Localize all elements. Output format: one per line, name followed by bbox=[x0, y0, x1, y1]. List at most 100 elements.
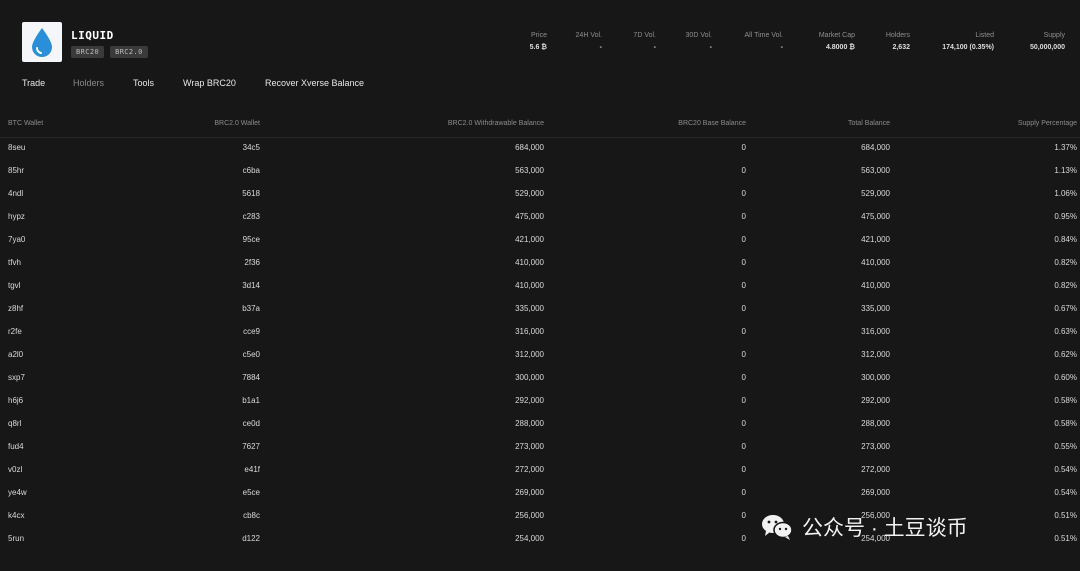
stat-value: 50,000,000 bbox=[1029, 44, 1065, 51]
cell-withdrawable-balance: 335,000 bbox=[515, 304, 544, 313]
stat-label: Supply bbox=[1043, 32, 1065, 39]
tab-bar: Trade Holders Tools Wrap BRC20 Recover X… bbox=[0, 78, 1080, 98]
table-row[interactable]: h6j6 b1a1 292,000 0 292,000 0.58% bbox=[0, 391, 1080, 414]
cell-base-balance: 0 bbox=[741, 281, 746, 290]
table-row[interactable]: q8rl ce0d 288,000 0 288,000 0.58% bbox=[0, 414, 1080, 437]
cell-btc-wallet[interactable]: r2fe bbox=[8, 327, 22, 336]
cell-withdrawable-balance: 684,000 bbox=[515, 143, 544, 152]
column-header-base-balance[interactable]: BRC20 Base Balance bbox=[678, 120, 746, 127]
cell-withdrawable-balance: 288,000 bbox=[515, 419, 544, 428]
cell-brc2-wallet[interactable]: e5ce bbox=[243, 488, 260, 497]
cell-brc2-wallet[interactable]: c283 bbox=[243, 212, 260, 221]
cell-btc-wallet[interactable]: tgvl bbox=[8, 281, 20, 290]
table-row[interactable]: a2l0 c5e0 312,000 0 312,000 0.62% bbox=[0, 345, 1080, 368]
cell-base-balance: 0 bbox=[741, 143, 746, 152]
cell-brc2-wallet[interactable]: 2f36 bbox=[244, 258, 260, 267]
column-header-withdrawable-balance[interactable]: BRC2.0 Withdrawable Balance bbox=[448, 120, 544, 127]
cell-btc-wallet[interactable]: 85hr bbox=[8, 166, 24, 175]
cell-withdrawable-balance: 475,000 bbox=[515, 212, 544, 221]
cell-total-balance: 410,000 bbox=[861, 258, 890, 267]
tab-wrap-brc20[interactable]: Wrap BRC20 bbox=[183, 78, 236, 88]
tab-trade[interactable]: Trade bbox=[22, 78, 45, 88]
stat-label: Holders bbox=[885, 32, 910, 39]
table-row[interactable]: 8seu 34c5 684,000 0 684,000 1.37% bbox=[0, 138, 1080, 161]
cell-btc-wallet[interactable]: tfvh bbox=[8, 258, 21, 267]
table-row[interactable]: 4ndl 5618 529,000 0 529,000 1.06% bbox=[0, 184, 1080, 207]
cell-withdrawable-balance: 292,000 bbox=[515, 396, 544, 405]
holders-table: BTC Wallet BRC2.0 Wallet BRC2.0 Withdraw… bbox=[0, 112, 1080, 552]
cell-btc-wallet[interactable]: v0zl bbox=[8, 465, 22, 474]
cell-supply-percentage: 1.13% bbox=[1054, 166, 1077, 175]
cell-btc-wallet[interactable]: h6j6 bbox=[8, 396, 23, 405]
table-row[interactable]: fud4 7627 273,000 0 273,000 0.55% bbox=[0, 437, 1080, 460]
cell-btc-wallet[interactable]: 4ndl bbox=[8, 189, 23, 198]
cell-btc-wallet[interactable]: 8seu bbox=[8, 143, 25, 152]
cell-brc2-wallet[interactable]: 3d14 bbox=[242, 281, 260, 290]
tab-holders[interactable]: Holders bbox=[73, 78, 104, 88]
stat-value: - bbox=[780, 44, 783, 51]
cell-btc-wallet[interactable]: k4cx bbox=[8, 511, 24, 520]
cell-btc-wallet[interactable]: 5run bbox=[8, 534, 24, 543]
cell-total-balance: 272,000 bbox=[861, 465, 890, 474]
table-row[interactable]: v0zl e41f 272,000 0 272,000 0.54% bbox=[0, 460, 1080, 483]
cell-btc-wallet[interactable]: z8hf bbox=[8, 304, 23, 313]
cell-brc2-wallet[interactable]: cce9 bbox=[243, 327, 260, 336]
tab-tools[interactable]: Tools bbox=[133, 78, 154, 88]
cell-btc-wallet[interactable]: sxp7 bbox=[8, 373, 25, 382]
table-row[interactable]: 85hr c6ba 563,000 0 563,000 1.13% bbox=[0, 161, 1080, 184]
column-header-supply-percentage[interactable]: Supply Percentage bbox=[1018, 120, 1077, 127]
table-header: BTC Wallet BRC2.0 Wallet BRC2.0 Withdraw… bbox=[0, 112, 1080, 138]
cell-withdrawable-balance: 256,000 bbox=[515, 511, 544, 520]
token-name: LIQUID bbox=[71, 29, 114, 42]
table-row[interactable]: 7ya0 95ce 421,000 0 421,000 0.84% bbox=[0, 230, 1080, 253]
cell-withdrawable-balance: 273,000 bbox=[515, 442, 544, 451]
cell-brc2-wallet[interactable]: 7627 bbox=[242, 442, 260, 451]
cell-brc2-wallet[interactable]: b1a1 bbox=[242, 396, 260, 405]
cell-supply-percentage: 0.58% bbox=[1054, 419, 1077, 428]
table-row[interactable]: ye4w e5ce 269,000 0 269,000 0.54% bbox=[0, 483, 1080, 506]
cell-brc2-wallet[interactable]: 95ce bbox=[243, 235, 260, 244]
cell-brc2-wallet[interactable]: 7884 bbox=[242, 373, 260, 382]
column-header-btc-wallet[interactable]: BTC Wallet bbox=[8, 120, 43, 127]
table-row[interactable]: hypz c283 475,000 0 475,000 0.95% bbox=[0, 207, 1080, 230]
cell-brc2-wallet[interactable]: 34c5 bbox=[243, 143, 260, 152]
cell-total-balance: 421,000 bbox=[861, 235, 890, 244]
cell-btc-wallet[interactable]: a2l0 bbox=[8, 350, 23, 359]
cell-total-balance: 300,000 bbox=[861, 373, 890, 382]
table-body: 8seu 34c5 684,000 0 684,000 1.37% 85hr c6ba 563,… bbox=[0, 138, 1080, 552]
cell-brc2-wallet[interactable]: 5618 bbox=[242, 189, 260, 198]
cell-brc2-wallet[interactable]: c5e0 bbox=[243, 350, 260, 359]
cell-brc2-wallet[interactable]: d122 bbox=[242, 534, 260, 543]
cell-btc-wallet[interactable]: q8rl bbox=[8, 419, 21, 428]
table-row[interactable]: tfvh 2f36 410,000 0 410,000 0.82% bbox=[0, 253, 1080, 276]
table-row[interactable]: r2fe cce9 316,000 0 316,000 0.63% bbox=[0, 322, 1080, 345]
cell-brc2-wallet[interactable]: cb8c bbox=[243, 511, 260, 520]
cell-btc-wallet[interactable]: fud4 bbox=[8, 442, 24, 451]
cell-brc2-wallet[interactable]: e41f bbox=[244, 465, 260, 474]
stat-market-cap: Market Cap 4.8000 ₿ bbox=[819, 31, 855, 53]
cell-btc-wallet[interactable]: hypz bbox=[8, 212, 25, 221]
cell-base-balance: 0 bbox=[741, 304, 746, 313]
stat-24h-vol: 24H Vol. - bbox=[576, 31, 602, 53]
cell-brc2-wallet[interactable]: b37a bbox=[242, 304, 260, 313]
cell-total-balance: 269,000 bbox=[861, 488, 890, 497]
table-row[interactable]: z8hf b37a 335,000 0 335,000 0.67% bbox=[0, 299, 1080, 322]
cell-brc2-wallet[interactable]: ce0d bbox=[243, 419, 260, 428]
watermark: 公众号 · 土豆谈币 bbox=[760, 510, 968, 544]
cell-brc2-wallet[interactable]: c6ba bbox=[243, 166, 260, 175]
column-header-brc2-wallet[interactable]: BRC2.0 Wallet bbox=[214, 120, 260, 127]
cell-supply-percentage: 0.55% bbox=[1054, 442, 1077, 451]
column-header-total-balance[interactable]: Total Balance bbox=[848, 120, 890, 127]
cell-btc-wallet[interactable]: ye4w bbox=[8, 488, 27, 497]
cell-total-balance: 292,000 bbox=[861, 396, 890, 405]
stat-holders: Holders 2,632 bbox=[886, 31, 910, 53]
cell-btc-wallet[interactable]: 7ya0 bbox=[8, 235, 25, 244]
table-row[interactable]: tgvl 3d14 410,000 0 410,000 0.82% bbox=[0, 276, 1080, 299]
cell-withdrawable-balance: 563,000 bbox=[515, 166, 544, 175]
cell-base-balance: 0 bbox=[741, 258, 746, 267]
cell-base-balance: 0 bbox=[741, 396, 746, 405]
cell-total-balance: 273,000 bbox=[861, 442, 890, 451]
table-row[interactable]: sxp7 7884 300,000 0 300,000 0.60% bbox=[0, 368, 1080, 391]
tab-recover-xverse-balance[interactable]: Recover Xverse Balance bbox=[265, 78, 364, 88]
water-drop-icon bbox=[32, 28, 52, 57]
